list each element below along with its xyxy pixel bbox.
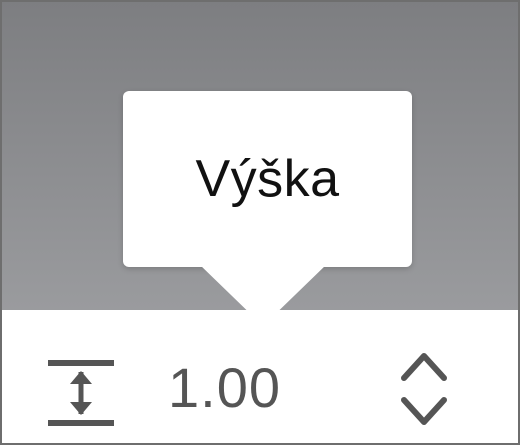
height-control-window: Výška 1.00 <box>0 0 520 445</box>
chevron-down-icon[interactable] <box>394 392 454 432</box>
height-stepper[interactable] <box>394 346 454 432</box>
tooltip-label: Výška <box>195 150 340 208</box>
height-control-bar: 1.00 <box>2 310 518 443</box>
chevron-up-icon[interactable] <box>394 346 454 386</box>
line-spacing-height-icon <box>48 360 114 426</box>
height-value[interactable]: 1.00 <box>168 356 281 420</box>
tooltip: Výška <box>123 91 412 267</box>
